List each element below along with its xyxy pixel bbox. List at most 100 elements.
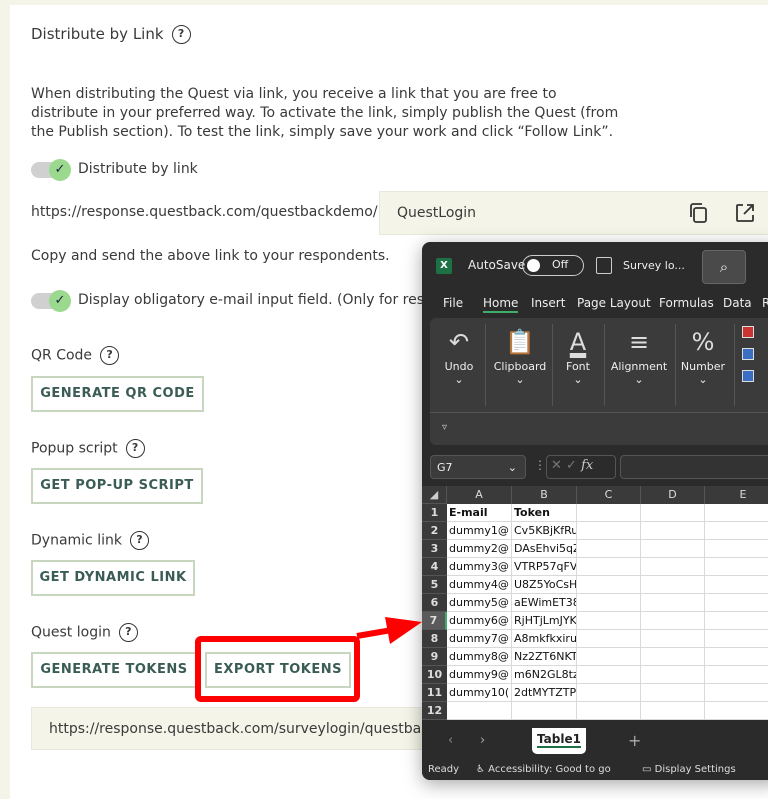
more-icon[interactable]: ⋮ xyxy=(534,458,546,472)
row-header[interactable]: 12 xyxy=(422,702,447,720)
cell[interactable] xyxy=(577,684,641,702)
font-group[interactable]: A Font ⌄ xyxy=(558,324,598,386)
accessibility-status[interactable]: ♿ Accessibility: Good to go xyxy=(476,764,611,775)
login-url-field[interactable]: https://response.questback.com/surveylog… xyxy=(31,707,431,750)
cell[interactable] xyxy=(577,702,641,720)
conditional-format-icon[interactable] xyxy=(742,326,754,338)
generate-qr-button[interactable]: GENERATE QR CODE xyxy=(31,376,204,412)
autosave-toggle[interactable]: Off xyxy=(522,255,584,276)
help-icon[interactable]: ? xyxy=(125,439,145,458)
cell[interactable] xyxy=(705,558,768,576)
cell[interactable] xyxy=(705,630,768,648)
row-header[interactable]: 3 xyxy=(422,540,447,558)
prev-sheet-icon[interactable]: ‹ xyxy=(448,733,453,748)
cell[interactable] xyxy=(705,504,768,522)
cell[interactable]: aEWimET38NfWAYSPXEmzxdW xyxy=(512,594,577,612)
display-settings[interactable]: ▭ Display Settings xyxy=(642,764,736,775)
tab-file[interactable]: File xyxy=(443,296,463,310)
cell[interactable]: RjHTjLmJYKfzaqWqidUCU7K xyxy=(512,612,577,630)
cell[interactable] xyxy=(705,594,768,612)
expand-ribbon-icon[interactable]: ▿ xyxy=(442,422,447,433)
cell[interactable] xyxy=(641,558,705,576)
cell[interactable] xyxy=(641,576,705,594)
cell[interactable]: dummy10( xyxy=(447,684,512,702)
cell[interactable] xyxy=(705,576,768,594)
column-header[interactable]: D xyxy=(641,486,705,504)
add-sheet-icon[interactable]: + xyxy=(628,731,641,750)
number-group[interactable]: % Number ⌄ xyxy=(678,324,728,386)
cell[interactable] xyxy=(641,522,705,540)
email-field-toggle[interactable]: ✓ xyxy=(31,290,71,312)
tab-data[interactable]: Data xyxy=(723,296,752,310)
cell[interactable]: dummy5@ xyxy=(447,594,512,612)
row-header[interactable]: 2 xyxy=(422,522,447,540)
cell[interactable] xyxy=(641,666,705,684)
cell[interactable] xyxy=(641,684,705,702)
tab-insert[interactable]: Insert xyxy=(531,296,565,310)
row-header[interactable]: 5 xyxy=(422,576,447,594)
cell[interactable] xyxy=(577,522,641,540)
next-sheet-icon[interactable]: › xyxy=(480,733,485,748)
cell[interactable] xyxy=(577,540,641,558)
cell[interactable] xyxy=(577,504,641,522)
link-suffix-input[interactable]: QuestLogin xyxy=(379,191,768,235)
get-popup-script-button[interactable]: GET POP-UP SCRIPT xyxy=(31,468,203,504)
column-header[interactable]: A xyxy=(447,486,512,504)
row-header[interactable]: 10 xyxy=(422,666,447,684)
tab-review[interactable]: R xyxy=(762,296,768,310)
cell[interactable] xyxy=(641,540,705,558)
row-header[interactable]: 8 xyxy=(422,630,447,648)
cell[interactable]: DAsEhvi5qZpDnGaFvaMEsfM xyxy=(512,540,577,558)
name-box[interactable]: G7 ⌄ xyxy=(430,455,526,479)
row-header[interactable]: 1 xyxy=(422,504,447,522)
row-header[interactable]: 4 xyxy=(422,558,447,576)
cell[interactable]: Nz2ZT6NKT2sFQKaTGQYrRCV xyxy=(512,648,577,666)
function-icon[interactable]: fx xyxy=(581,458,593,473)
cell[interactable] xyxy=(705,684,768,702)
cell[interactable] xyxy=(577,648,641,666)
cell[interactable] xyxy=(641,648,705,666)
cell[interactable]: E-mail xyxy=(447,504,512,522)
cell[interactable] xyxy=(577,576,641,594)
tab-page-layout[interactable]: Page Layout xyxy=(577,296,651,310)
cell[interactable] xyxy=(705,702,768,720)
cell[interactable] xyxy=(705,540,768,558)
cell[interactable]: U8Z5YoCsHSZrPPm8DEQgo3U xyxy=(512,576,577,594)
cell[interactable]: dummy2@ xyxy=(447,540,512,558)
clipboard-group[interactable]: 📋 Clipboard ⌄ xyxy=(490,324,550,386)
cell[interactable] xyxy=(705,522,768,540)
cell[interactable]: VTRP57qFV6tBiNH4P6dYDjq xyxy=(512,558,577,576)
save-icon[interactable] xyxy=(596,257,612,274)
cell[interactable] xyxy=(705,612,768,630)
generate-tokens-button[interactable]: GENERATE TOKENS xyxy=(31,652,197,688)
cell[interactable]: dummy4@ xyxy=(447,576,512,594)
copy-icon[interactable] xyxy=(688,202,708,224)
cell[interactable] xyxy=(641,630,705,648)
cell[interactable]: Cv5KBjKfRumNNM2JTuABk3J xyxy=(512,522,577,540)
spreadsheet-grid[interactable]: ◢ A B C D E 1 E-mail Token 2 dummy1@ Cv5KBjKf… xyxy=(422,486,768,720)
search-icon[interactable]: ⌕ xyxy=(702,250,746,284)
cell[interactable]: dummy9@ xyxy=(447,666,512,684)
cell[interactable]: dummy6@ xyxy=(447,612,512,630)
cell[interactable] xyxy=(641,612,705,630)
enter-icon[interactable]: ✓ xyxy=(566,458,577,473)
cell[interactable] xyxy=(641,504,705,522)
cell[interactable] xyxy=(447,702,512,720)
help-icon[interactable]: ? xyxy=(171,25,191,44)
cell[interactable]: dummy7@ xyxy=(447,630,512,648)
column-header[interactable]: E xyxy=(705,486,768,504)
row-header[interactable]: 7 xyxy=(422,612,447,630)
help-icon[interactable]: ? xyxy=(118,623,138,642)
cell[interactable]: dummy3@ xyxy=(447,558,512,576)
undo-group[interactable]: ↶ Undo ⌄ xyxy=(438,324,480,386)
cell[interactable] xyxy=(577,666,641,684)
cell[interactable]: A8mkfkxiruRAANupvn6JWvc xyxy=(512,630,577,648)
distribute-toggle[interactable]: ✓ xyxy=(31,159,71,181)
get-dynamic-link-button[interactable]: GET DYNAMIC LINK xyxy=(31,560,195,596)
cell[interactable]: dummy8@ xyxy=(447,648,512,666)
cancel-icon[interactable]: ✕ xyxy=(551,458,562,473)
cell[interactable] xyxy=(577,594,641,612)
cell[interactable] xyxy=(705,648,768,666)
cell[interactable] xyxy=(577,630,641,648)
column-header[interactable]: B xyxy=(512,486,577,504)
